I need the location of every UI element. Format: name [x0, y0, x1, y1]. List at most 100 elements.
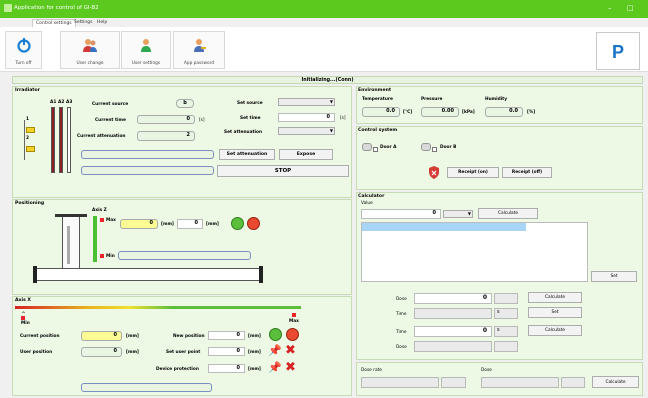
time2-label: Time: [396, 330, 407, 335]
set-user-point-field[interactable]: 0: [208, 347, 245, 356]
chevron-down-icon: ▼: [329, 128, 333, 133]
new-position-unit: [mm]: [248, 334, 261, 339]
calculate-dose-rate-button[interactable]: Calculate: [592, 376, 639, 388]
z-target-field[interactable]: 0: [177, 219, 203, 229]
dose2-result-field: [414, 341, 492, 352]
selected-list-item[interactable]: [362, 223, 526, 231]
receipt-on-button[interactable]: Receipt (on): [447, 167, 499, 178]
calculator-list[interactable]: [361, 222, 588, 282]
value-field[interactable]: 0: [361, 209, 441, 219]
source-rod-a3: [67, 107, 71, 173]
device-protection-field[interactable]: 0: [208, 364, 245, 373]
temperature-unit: [°C]: [403, 110, 413, 115]
door-b-checkbox[interactable]: [432, 147, 437, 152]
turn-off-button[interactable]: Turn off: [5, 31, 42, 69]
device-protection-label: Device protection: [156, 367, 199, 372]
time-input-field[interactable]: 0: [414, 326, 492, 337]
calculate-dose-button[interactable]: Calculate: [528, 292, 582, 303]
user-position-label: User position: [20, 350, 53, 355]
menu-help[interactable]: Help: [94, 19, 110, 26]
irradiator-title: Irradiator: [15, 88, 40, 93]
axis-z-gauge: [93, 216, 97, 262]
app-password-button[interactable]: App password: [173, 31, 225, 69]
slot-label-1: 1: [26, 117, 29, 122]
users-icon: [83, 39, 97, 52]
stop-button[interactable]: STOP: [217, 165, 349, 177]
user-change-button[interactable]: User change: [60, 31, 120, 69]
time-label: Time: [396, 312, 407, 317]
time2-unit-field: s: [494, 326, 518, 337]
tower-top: [55, 214, 87, 217]
dose-unit-field: [494, 293, 518, 304]
set-time-field[interactable]: 0: [278, 113, 335, 122]
set-attenuation-select[interactable]: ▼: [278, 127, 335, 135]
environment-title: Environment: [358, 88, 392, 93]
stop-icon[interactable]: [286, 328, 299, 341]
axis-x-min-label: Min: [21, 321, 30, 326]
attenuation-progress: [81, 150, 214, 159]
dose-field[interactable]: 0: [414, 293, 492, 304]
pressure-unit: [kPa]: [462, 110, 475, 115]
source-header-a2: A2: [58, 100, 65, 105]
pressure-label: Pressure: [421, 97, 443, 102]
set-attenuation-button[interactable]: Set attenuation: [219, 149, 275, 160]
control-system-title: Control system: [358, 128, 398, 133]
slot-label-2: 2: [26, 136, 29, 141]
source-rod-a1: [51, 107, 55, 173]
current-attenuation-label: Current attenuation: [77, 134, 126, 139]
axis-z-label: Axis Z: [92, 208, 107, 213]
new-position-field[interactable]: 0: [208, 331, 245, 340]
app-icon: [4, 4, 12, 12]
door-a-checkbox[interactable]: [373, 147, 378, 152]
user-settings-button[interactable]: User settings: [121, 31, 171, 69]
pin-icon[interactable]: 📌: [268, 361, 282, 374]
max-label: Max: [106, 218, 116, 223]
radiation-icon: [26, 146, 35, 152]
menu-control-settings[interactable]: Control settings: [32, 19, 76, 27]
axis-x-title: Axis X: [15, 298, 31, 303]
axis-x-panel: [12, 296, 352, 396]
calculate-time-button[interactable]: Calculate: [528, 325, 582, 336]
radiation-icon: [26, 127, 35, 133]
source-header-a3: A3: [66, 100, 73, 105]
dose-bottom-field: [481, 377, 559, 388]
menu-settings[interactable]: Settings: [71, 19, 95, 26]
set-source-select[interactable]: ▼: [278, 98, 335, 106]
set-time-button[interactable]: Set: [528, 307, 582, 318]
go-icon[interactable]: [269, 328, 282, 341]
value-label: Value: [361, 201, 373, 206]
value-unit-select[interactable]: ▼: [443, 210, 473, 218]
base-right-cap: [259, 266, 263, 283]
pressure-field: 0.00: [421, 107, 459, 117]
min-marker: [21, 316, 25, 320]
temperature-label: Temperature: [362, 97, 393, 102]
p-button[interactable]: P: [596, 32, 640, 70]
current-time-unit: [s]: [199, 118, 205, 123]
device-protection-unit: [mm]: [248, 367, 261, 372]
calculate-button[interactable]: Calculate: [478, 208, 538, 219]
delete-icon[interactable]: ✖: [285, 343, 296, 358]
temperature-field: 0.0: [362, 107, 400, 117]
stop-icon[interactable]: [247, 217, 260, 230]
go-icon[interactable]: [231, 217, 244, 230]
control-system-panel: [356, 126, 643, 190]
set-time-label: Set time: [240, 116, 261, 121]
receipt-off-button[interactable]: Receipt (off): [502, 167, 552, 178]
set-button[interactable]: Set: [591, 271, 637, 282]
pin-icon[interactable]: 📌: [268, 344, 282, 357]
door-b-label: Door B: [440, 145, 457, 150]
current-position-field: 0: [81, 331, 122, 341]
exposure-progress: [81, 166, 214, 175]
dose-rate-field: [361, 377, 439, 388]
door-a-label: Door A: [380, 145, 397, 150]
minimize-button[interactable]: –: [608, 4, 612, 12]
current-time-label: Current time: [95, 118, 126, 123]
set-source-label: Set source: [237, 101, 263, 106]
set-time-unit: [s]: [340, 116, 346, 121]
maximize-button[interactable]: □: [627, 4, 634, 12]
dose-label-bottom: Dose: [481, 368, 492, 373]
environment-panel: [356, 86, 643, 124]
delete-icon[interactable]: ✖: [285, 360, 296, 375]
expose-button[interactable]: Expose: [279, 149, 333, 160]
shield-icon: [429, 166, 439, 179]
